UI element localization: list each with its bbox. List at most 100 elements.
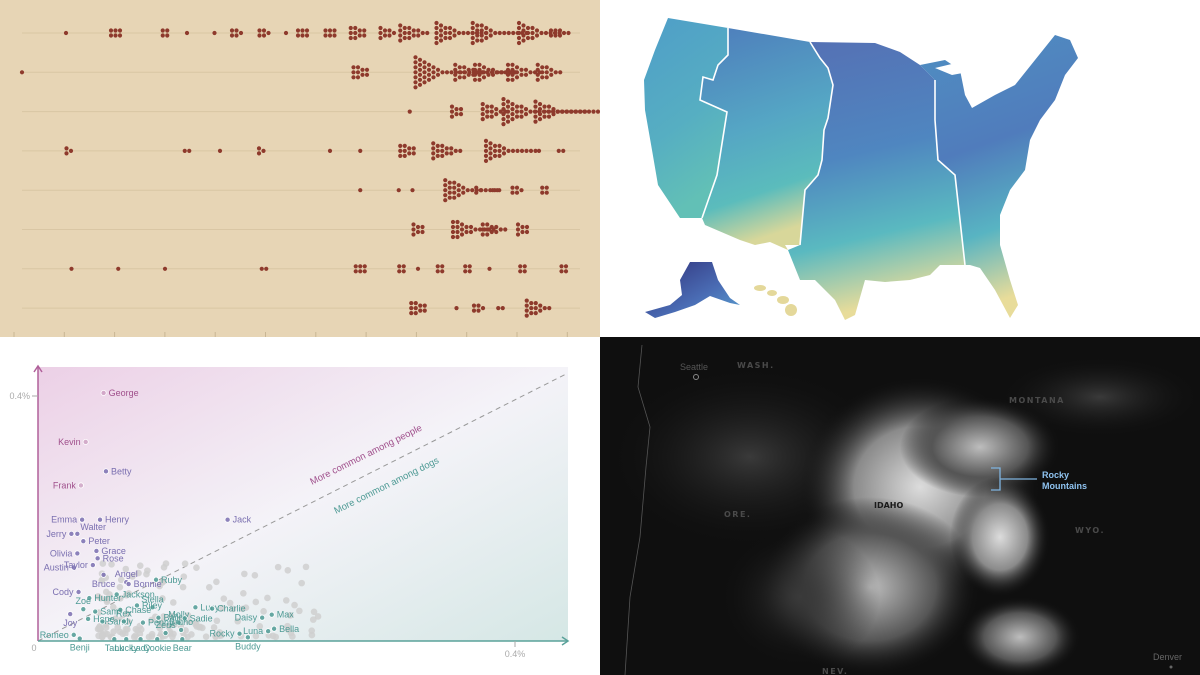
swarm-dot [431, 70, 436, 75]
grey-point [181, 560, 189, 567]
swarm-dot [485, 227, 490, 232]
swarm-dot [485, 109, 490, 114]
swarm-dot [468, 224, 474, 230]
swarm-dot [431, 65, 436, 70]
swarm-dot [479, 28, 484, 33]
swarm-dot [449, 151, 454, 156]
swarm-dot [492, 143, 498, 148]
swarm-dot [438, 23, 444, 28]
swarm-dot [415, 266, 421, 271]
grey-point [213, 578, 220, 586]
swarm-dot [480, 227, 485, 232]
swarm-dot [510, 77, 515, 82]
swarm-dot [485, 114, 490, 119]
swarm-dot [495, 188, 500, 193]
swarm-dot [537, 112, 543, 117]
swarm-dot [466, 72, 471, 77]
swarm-dot [510, 190, 515, 195]
swarm-dot [426, 77, 432, 82]
swarm-dot [495, 70, 500, 75]
swarm-dot [480, 117, 485, 122]
swarm-dot [411, 146, 416, 151]
swarm-dot [64, 151, 69, 156]
swarm-dot [443, 178, 448, 183]
beeswarm-chart-panel [0, 0, 600, 337]
swarm-dot [357, 33, 362, 38]
swarm-dot [459, 227, 465, 232]
swarm-dot [524, 303, 529, 308]
swarm-dot [401, 269, 406, 274]
grey-point [134, 626, 142, 634]
swarm-dot [434, 20, 439, 26]
point-label: Benji [70, 643, 90, 653]
swarm-dot [463, 269, 468, 274]
swarm-dot [409, 306, 414, 311]
point-label: Daisy [235, 613, 258, 623]
swarm-dot [524, 224, 530, 230]
swarm-dot [413, 80, 418, 85]
swarm-dot [382, 33, 388, 38]
swarm-dot [409, 301, 414, 306]
swarm-dot [501, 117, 506, 122]
y-tick-label: 0.4% [9, 391, 30, 401]
swarm-dot [416, 28, 421, 33]
swarm-dot [553, 33, 558, 38]
swarm-dot [516, 20, 522, 26]
swarm-dot [559, 269, 564, 274]
swarm-dot [557, 28, 563, 33]
point-marker [80, 606, 87, 613]
swarm-dot [416, 33, 421, 38]
swarm-dot [425, 30, 430, 36]
swarm-dot [453, 77, 458, 82]
swarm-dot [108, 33, 114, 38]
swarm-dot [462, 65, 467, 70]
swarm-dot [533, 109, 538, 114]
swarm-dot [488, 156, 493, 161]
swarm-dot [407, 109, 412, 114]
swarm-dot [264, 266, 269, 271]
swarm-dot [417, 82, 423, 87]
swarm-dot [454, 112, 459, 117]
swarm-dot [530, 35, 535, 41]
swarm-dot [443, 30, 448, 36]
point-label: Romeo [40, 630, 69, 640]
swarm-dot [537, 117, 543, 122]
swarm-dot [417, 57, 423, 62]
swarm-dot [431, 75, 436, 80]
swarm-dot [461, 185, 466, 190]
swarm-dot [420, 229, 425, 235]
swarm-dot [505, 72, 511, 77]
point-marker [70, 631, 77, 638]
grey-point [282, 597, 290, 604]
swarm-dot [480, 107, 485, 112]
swarm-dot [449, 146, 454, 151]
swarm-dot [483, 153, 489, 158]
swarm-dot [519, 148, 525, 153]
swarm-dot [160, 33, 165, 38]
swarm-dot [493, 30, 498, 36]
swarm-dot [501, 146, 507, 151]
swarm-dot [560, 109, 565, 114]
swarm-dot [465, 30, 471, 36]
swarm-dot [506, 30, 511, 36]
swarm-dot [547, 306, 552, 311]
point-marker [100, 571, 107, 578]
swarm-dot [591, 109, 596, 114]
swarm-dot [411, 227, 416, 232]
swarm-dot [483, 143, 489, 148]
city-label-seattle: Seattle [680, 362, 708, 372]
swarm-dot [418, 308, 423, 313]
swarm-dot [514, 70, 520, 75]
swarm-dot [348, 30, 353, 36]
swarm-dot [422, 80, 427, 85]
swarm-dot [528, 148, 534, 153]
swarm-dot [422, 65, 427, 70]
swarm-dot [515, 227, 521, 232]
swarm-dot [470, 20, 475, 26]
swarm-dot [449, 114, 455, 119]
grey-point [274, 563, 282, 571]
swarm-dot [540, 185, 545, 190]
swarm-dot [573, 109, 579, 114]
swarm-dot [410, 188, 415, 193]
swarm-dot [523, 107, 529, 112]
